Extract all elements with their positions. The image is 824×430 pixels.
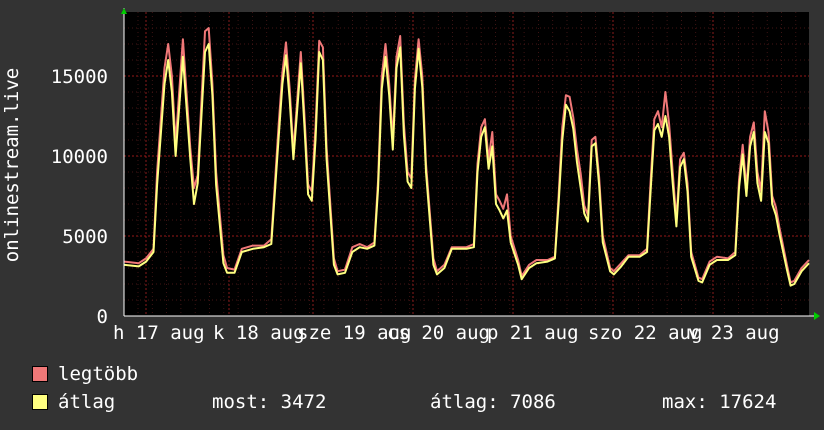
y-axis-arrow <box>121 8 127 14</box>
line-chart: 050001000015000 h 17 aug k 18 augsze 19 a… <box>1 8 820 344</box>
x-tick-labels: h 17 aug k 18 augsze 19 augcs 20 augp 21 … <box>113 322 780 344</box>
y-tick-label: 0 <box>97 306 108 328</box>
y-tick-labels: 0 5000 10000 15000 <box>51 66 108 328</box>
y-tick-label: 5000 <box>62 226 108 248</box>
y-axis-label: onlinestream.live <box>1 68 23 262</box>
x-tick-label: szo 22 aug <box>588 322 702 344</box>
y-tick-label: 10000 <box>51 146 108 168</box>
x-tick-label: cs 20 aug <box>387 322 490 344</box>
x-tick-label: h 17 aug <box>113 322 205 344</box>
x-axis-arrow <box>814 312 820 320</box>
x-tick-label: k 18 aug <box>213 322 305 344</box>
y-tick-label: 15000 <box>51 66 108 88</box>
x-tick-label: p 21 aug <box>487 322 579 344</box>
x-tick-label: v 23 aug <box>688 322 780 344</box>
